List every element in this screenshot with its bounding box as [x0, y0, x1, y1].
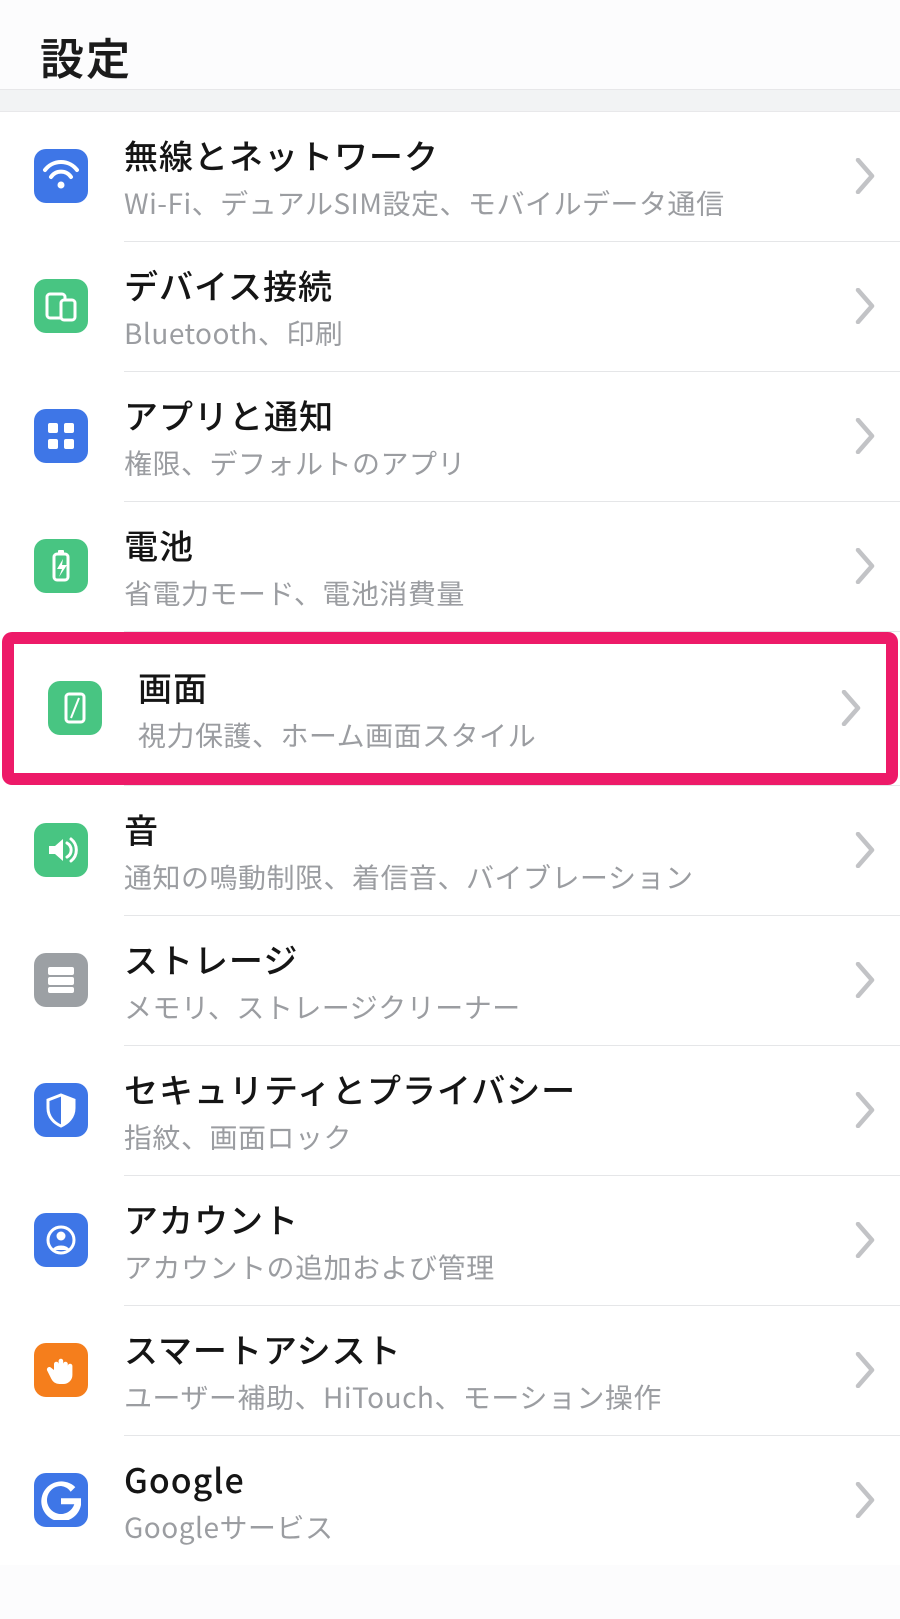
shield-icon — [34, 1083, 88, 1137]
user-icon — [34, 1213, 88, 1267]
chevron-right-icon — [854, 832, 876, 868]
settings-item-google[interactable]: Google Googleサービス — [0, 1436, 900, 1565]
settings-item-accounts[interactable]: アカウントアカウントの追加および管理 — [0, 1176, 900, 1305]
chevron-right-icon — [854, 1222, 876, 1258]
wifi-icon — [34, 149, 88, 203]
item-text: スマートアシストユーザー補助、HiTouch、モーション操作 — [124, 1324, 854, 1417]
chevron-right-icon — [854, 1092, 876, 1128]
item-text: 電池省電力モード、電池消費量 — [124, 520, 854, 613]
item-subtitle: 省電力モード、電池消費量 — [124, 575, 842, 613]
item-subtitle: 視力保護、ホーム画面スタイル — [138, 717, 828, 755]
item-text: 画面視力保護、ホーム画面スタイル — [138, 662, 840, 755]
settings-list: 無線とネットワーク Wi-Fi、デュアルSIM設定、モバイルデータ通信デバイス接続… — [0, 112, 900, 1565]
item-subtitle: 通知の鳴動制限、着信音、バイブレーション — [124, 859, 842, 897]
item-subtitle: Wi-Fi、デュアルSIM設定、モバイルデータ通信 — [124, 185, 842, 223]
item-title: セキュリティとプライバシー — [124, 1064, 842, 1113]
item-text: Google Googleサービス — [124, 1454, 854, 1547]
settings-header: 設定 — [0, 0, 900, 90]
chevron-right-icon — [854, 418, 876, 454]
item-subtitle: メモリ、ストレージクリーナー — [124, 989, 842, 1027]
display-icon — [48, 681, 102, 735]
chevron-right-icon — [854, 158, 876, 194]
item-title: 電池 — [124, 520, 842, 569]
settings-item-devices[interactable]: デバイス接続 Bluetooth、印刷 — [0, 242, 900, 371]
item-subtitle: Googleサービス — [124, 1509, 842, 1547]
settings-item-storage[interactable]: ストレージメモリ、ストレージクリーナー — [0, 916, 900, 1045]
item-title: スマートアシスト — [124, 1324, 842, 1373]
item-text: 音通知の鳴動制限、着信音、バイブレーション — [124, 804, 854, 897]
chevron-right-icon — [854, 1482, 876, 1518]
item-title: Google — [124, 1454, 842, 1503]
settings-item-wireless[interactable]: 無線とネットワーク Wi-Fi、デュアルSIM設定、モバイルデータ通信 — [0, 112, 900, 241]
google-icon — [34, 1473, 88, 1527]
chevron-right-icon — [854, 288, 876, 324]
section-gap — [0, 90, 900, 112]
settings-item-sound[interactable]: 音通知の鳴動制限、着信音、バイブレーション — [0, 786, 900, 915]
page-title: 設定 — [40, 24, 860, 88]
storage-icon — [34, 953, 88, 1007]
item-subtitle: アカウントの追加および管理 — [124, 1249, 842, 1287]
settings-item-security[interactable]: セキュリティとプライバシー指紋、画面ロック — [0, 1046, 900, 1175]
devices-icon — [34, 279, 88, 333]
highlight-border: 画面視力保護、ホーム画面スタイル — [2, 632, 898, 785]
item-title: 画面 — [138, 662, 828, 711]
item-title: 音 — [124, 804, 842, 853]
item-title: 無線とネットワーク — [124, 130, 842, 179]
item-title: アカウント — [124, 1194, 842, 1243]
sound-icon — [34, 823, 88, 877]
battery-icon — [34, 539, 88, 593]
chevron-right-icon — [854, 548, 876, 584]
item-text: ストレージメモリ、ストレージクリーナー — [124, 934, 854, 1027]
chevron-right-icon — [840, 690, 862, 726]
hand-icon — [34, 1343, 88, 1397]
item-text: デバイス接続 Bluetooth、印刷 — [124, 260, 854, 353]
apps-icon — [34, 409, 88, 463]
item-text: アプリと通知権限、デフォルトのアプリ — [124, 390, 854, 483]
item-text: アカウントアカウントの追加および管理 — [124, 1194, 854, 1287]
settings-item-battery[interactable]: 電池省電力モード、電池消費量 — [0, 502, 900, 631]
item-title: ストレージ — [124, 934, 842, 983]
item-text: 無線とネットワーク Wi-Fi、デュアルSIM設定、モバイルデータ通信 — [124, 130, 854, 223]
item-title: デバイス接続 — [124, 260, 842, 309]
item-subtitle: ユーザー補助、HiTouch、モーション操作 — [124, 1379, 842, 1417]
chevron-right-icon — [854, 962, 876, 998]
item-subtitle: 指紋、画面ロック — [124, 1119, 842, 1157]
chevron-right-icon — [854, 1352, 876, 1388]
item-title: アプリと通知 — [124, 390, 842, 439]
item-subtitle: Bluetooth、印刷 — [124, 315, 842, 353]
settings-item-apps[interactable]: アプリと通知権限、デフォルトのアプリ — [0, 372, 900, 501]
settings-item-display[interactable]: 画面視力保護、ホーム画面スタイル — [14, 644, 886, 773]
settings-item-smart[interactable]: スマートアシストユーザー補助、HiTouch、モーション操作 — [0, 1306, 900, 1435]
item-subtitle: 権限、デフォルトのアプリ — [124, 445, 842, 483]
item-text: セキュリティとプライバシー指紋、画面ロック — [124, 1064, 854, 1157]
